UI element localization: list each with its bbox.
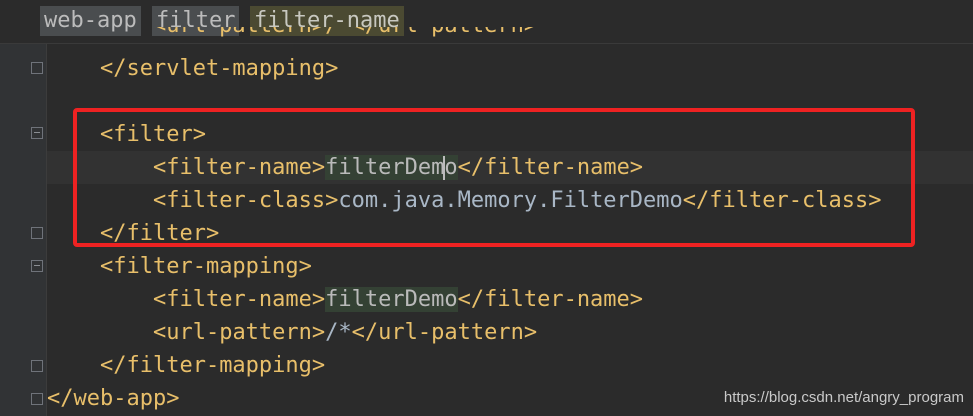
code-line-partial: <url-pattern>/*</url-pattern> [47, 27, 973, 43]
code-line[interactable]: <filter-name>filterDemo</filter-name> [47, 283, 973, 316]
xml-tag: </url-pattern> [351, 320, 538, 345]
fold-collapse-icon[interactable] [31, 127, 43, 139]
xml-tag: </filter-mapping> [99, 353, 326, 378]
fold-end-marker[interactable] [31, 393, 43, 405]
code-line[interactable]: </filter-mapping> [47, 349, 973, 382]
xml-tag: <url-pattern> [152, 320, 326, 345]
code-line[interactable]: </servlet-mapping> [47, 52, 973, 85]
highlighted-identifier: filterDemo [325, 287, 458, 312]
xml-tag: </web-app> [47, 386, 180, 411]
xml-tag: </filter-name> [457, 287, 644, 312]
watermark: https://blog.csdn.net/angry_program [723, 389, 964, 406]
text-value: /* [325, 320, 352, 345]
xml-tag: </servlet-mapping> [99, 56, 339, 81]
editor-window: web-app filter filter-name <url-pattern>… [0, 0, 973, 416]
fold-collapse-icon[interactable] [31, 260, 43, 272]
xml-tag: <filter-name> [152, 287, 326, 312]
code-line[interactable]: <filter-mapping> [47, 250, 973, 283]
annotation-highlight-box [73, 108, 915, 247]
fold-end-marker[interactable] [31, 62, 43, 74]
code-line[interactable]: <url-pattern>/*</url-pattern> [47, 316, 973, 349]
fold-end-marker[interactable] [31, 360, 43, 372]
fold-end-marker[interactable] [31, 227, 43, 239]
xml-tag: <filter-mapping> [99, 254, 312, 279]
